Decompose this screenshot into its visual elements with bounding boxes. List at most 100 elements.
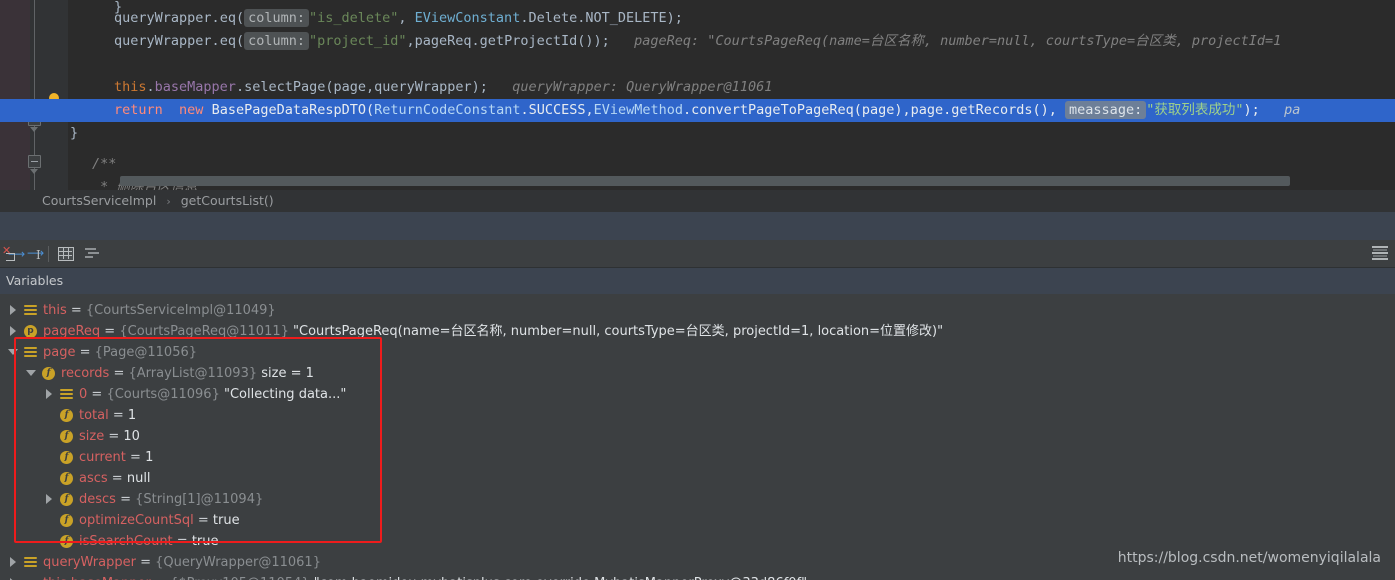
- variable-equals: =: [151, 576, 170, 580]
- code-line[interactable]: /**: [68, 153, 116, 176]
- code-token: (: [366, 102, 375, 118]
- code-token: new: [179, 102, 204, 118]
- sort-values-icon[interactable]: [85, 247, 103, 265]
- variable-text: descs = {String[1]@11094}: [79, 489, 263, 510]
- code-token: baseMapper: [154, 79, 236, 95]
- variable-text: optimizeCountSql = true: [79, 510, 240, 531]
- variable-value: true: [212, 513, 240, 528]
- code-editor[interactable]: } queryWrapper.eq(column: "is_delete", EVi…: [0, 0, 1395, 190]
- fold-marker-tail-icon: [30, 169, 38, 174]
- field-value-icon: f: [60, 472, 74, 486]
- variable-row[interactable]: f current = 1: [0, 447, 1395, 468]
- variable-row[interactable]: f total = 1: [0, 405, 1395, 426]
- code-token: .SUCCESS,: [520, 102, 594, 118]
- fold-marker-icon[interactable]: [28, 155, 41, 168]
- breadcrumb-separator-icon: ›: [166, 195, 171, 208]
- code-token: pageReq: "CourtsPageReq(name=台区名称, numbe…: [609, 33, 1282, 49]
- object-value-icon: [24, 556, 38, 570]
- tree-expand-arrow-right-icon[interactable]: [8, 326, 19, 337]
- variable-equals: =: [193, 513, 213, 528]
- code-line-text: this.baseMapper.selectPage(page,queryWra…: [114, 79, 772, 95]
- variable-row[interactable]: f records = {ArrayList@11093} size = 1: [0, 363, 1395, 384]
- object-value-icon: [24, 346, 38, 360]
- variable-name: pageReq: [43, 324, 101, 339]
- variable-text: isSearchCount = true: [79, 531, 219, 552]
- code-token: .convertPageToPageReq(page),page.getReco…: [683, 102, 1066, 118]
- field-value-icon: f: [60, 409, 74, 423]
- code-line[interactable]: this.baseMapper.selectPage(page,queryWra…: [68, 76, 772, 99]
- variable-type: {CourtsServiceImpl@11049}: [85, 303, 276, 318]
- variable-row[interactable]: f size = 10: [0, 426, 1395, 447]
- code-line[interactable]: return new BasePageDataRespDTO(ReturnCod…: [0, 99, 1395, 122]
- code-line[interactable]: }: [68, 122, 78, 145]
- tree-expand-arrow-right-icon[interactable]: [44, 494, 55, 505]
- variable-value: 1: [145, 450, 154, 465]
- variable-row[interactable]: ∞this.baseMapper = {$Proxy105@11054} "co…: [0, 573, 1395, 580]
- code-folding-strip[interactable]: [28, 0, 42, 190]
- variable-row[interactable]: f optimizeCountSql = true: [0, 510, 1395, 531]
- variable-type: {Courts@11096}: [106, 387, 220, 402]
- breadcrumb-method[interactable]: getCourtsList(): [181, 193, 274, 208]
- tree-expand-arrow-right-icon[interactable]: [44, 389, 55, 400]
- variables-tree[interactable]: this = {CourtsServiceImpl@11049} p pageReq…: [0, 294, 1395, 580]
- field-value-icon: f: [60, 535, 74, 549]
- code-line[interactable]: queryWrapper.eq(column: "is_delete", EVie…: [68, 7, 683, 30]
- code-line[interactable]: queryWrapper.eq(column: "project_id",page…: [68, 30, 1281, 53]
- debugger-toolbar[interactable]: ⟶ ✕ ⟶ I: [0, 240, 1395, 268]
- variable-name: this: [43, 303, 67, 318]
- breadcrumb[interactable]: CourtsServiceImpl › getCourtsList(): [0, 190, 1395, 212]
- view-as-table-icon[interactable]: [58, 247, 76, 265]
- code-token: ,: [398, 10, 415, 26]
- code-line-text: return new BasePageDataRespDTO(ReturnCod…: [114, 101, 1300, 119]
- variable-text: queryWrapper = {QueryWrapper@11061}: [43, 552, 321, 573]
- variable-row[interactable]: f ascs = null: [0, 468, 1395, 489]
- variable-type: {Page@11056}: [94, 345, 198, 360]
- variable-row[interactable]: f descs = {String[1]@11094}: [0, 489, 1395, 510]
- variable-text: size = 10: [79, 426, 140, 447]
- editor-gutter-annotation-strip[interactable]: [0, 0, 30, 190]
- tree-expand-arrow-down-icon[interactable]: [8, 347, 19, 358]
- variable-text: this = {CourtsServiceImpl@11049}: [43, 300, 276, 321]
- variable-equals: =: [135, 555, 156, 570]
- evaluate-step-icon[interactable]: ⟶ I: [26, 245, 44, 263]
- breadcrumb-class[interactable]: CourtsServiceImpl: [0, 193, 156, 208]
- code-token: BasePageDataRespDTO: [211, 102, 367, 118]
- variable-text: page = {Page@11056}: [43, 342, 197, 363]
- parameter-hint-chip: meassage:: [1065, 101, 1147, 119]
- variable-equals: =: [100, 324, 120, 339]
- tree-expand-arrow-right-icon[interactable]: [8, 557, 19, 568]
- variable-name: queryWrapper: [43, 555, 136, 570]
- variable-row[interactable]: p pageReq = {CourtsPageReq@11011} "Courts…: [0, 321, 1395, 342]
- code-token: queryWrapper: QueryWrapper@11061: [487, 79, 773, 95]
- variable-type: {String[1]@11094}: [135, 492, 264, 507]
- variable-row[interactable]: page = {Page@11056}: [0, 342, 1395, 363]
- field-value-icon: f: [42, 367, 56, 381]
- debugger-tab-strip: [0, 212, 1395, 240]
- field-value-icon: f: [60, 451, 74, 465]
- code-text-area[interactable]: } queryWrapper.eq(column: "is_delete", EVi…: [0, 0, 1395, 190]
- variable-text: current = 1: [79, 447, 153, 468]
- evaluate-exit-icon[interactable]: ⟶ ✕: [2, 245, 25, 263]
- parameter-hint-chip: column:: [244, 9, 309, 27]
- variable-equals: =: [115, 492, 136, 507]
- variable-name: descs: [79, 492, 116, 507]
- hamburger-menu-icon[interactable]: [1372, 246, 1390, 264]
- code-token: .: [211, 33, 220, 49]
- variable-name: total: [79, 408, 109, 423]
- code-token: queryWrapper: [114, 33, 212, 49]
- editor-horizontal-scrollbar[interactable]: [120, 176, 1290, 186]
- code-token: }: [70, 125, 79, 141]
- variable-row[interactable]: 0 = {Courts@11096} "Collecting data...": [0, 384, 1395, 405]
- tree-expand-arrow-down-icon[interactable]: [26, 368, 37, 379]
- object-value-icon: [60, 388, 74, 402]
- field-value-icon: f: [60, 514, 74, 528]
- variable-row[interactable]: f isSearchCount = true: [0, 531, 1395, 552]
- variable-value: size = 1: [257, 366, 314, 381]
- tree-expand-arrow-right-icon[interactable]: [8, 305, 19, 316]
- variable-equals: =: [109, 366, 129, 381]
- variable-row[interactable]: this = {CourtsServiceImpl@11049}: [0, 300, 1395, 321]
- code-line-text: /**: [92, 156, 116, 172]
- code-line-text: queryWrapper.eq(column: "project_id",page…: [114, 32, 1282, 50]
- variable-text: 0 = {Courts@11096} "Collecting data...": [79, 384, 346, 405]
